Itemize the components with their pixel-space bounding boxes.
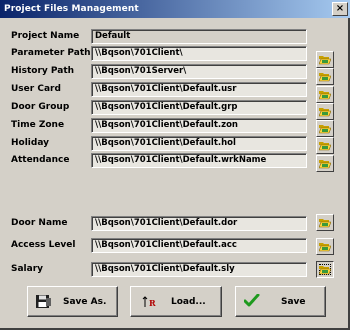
folder-open-icon [319, 243, 331, 252]
door-name-label: Door Name [11, 218, 68, 228]
access-level-label: Access Level [11, 240, 76, 250]
salary-field[interactable]: \\Bqson\701Client\Default.sly [91, 262, 307, 277]
folder-open-icon [319, 73, 331, 82]
folder-open-icon [319, 219, 331, 228]
salary-label: Salary [11, 264, 44, 274]
door-name-field[interactable]: \\Bqson\701Client\Default.dor [91, 216, 307, 231]
load-button[interactable]: R Load... [130, 286, 222, 317]
holiday-field[interactable]: \\Bqson\701Client\Default.hol [91, 136, 307, 151]
folder-open-icon [319, 108, 331, 117]
folder-open-icon [319, 56, 331, 65]
time-zone-browse-button[interactable] [316, 120, 334, 137]
door-group-browse-button[interactable] [316, 103, 334, 120]
save-as-label: Save As. [63, 297, 107, 307]
attendance-field[interactable]: \\Bqson\701Client\Default.wrkName [91, 153, 307, 168]
user-card-label: User Card [11, 84, 61, 94]
load-file-icon: R [142, 296, 156, 308]
project-files-dialog: Project Files Management × Project Name … [0, 0, 350, 330]
folder-open-icon [319, 160, 331, 169]
save-as-button[interactable]: Save As. [27, 286, 118, 317]
access-level-field[interactable]: \\Bqson\701Client\Default.acc [91, 238, 307, 253]
access-level-browse-button[interactable] [316, 238, 334, 255]
load-label: Load... [171, 297, 206, 307]
project-name-label: Project Name [11, 31, 80, 41]
save-label: Save [281, 297, 306, 307]
title-bar: Project Files Management × [0, 0, 350, 18]
user-card-browse-button[interactable] [316, 86, 334, 103]
door-name-browse-button[interactable] [316, 214, 334, 231]
folder-open-icon [319, 91, 331, 100]
parameter-path-browse-button[interactable] [316, 51, 334, 68]
attendance-browse-button[interactable] [316, 155, 334, 172]
folder-open-icon [319, 266, 331, 275]
door-group-field[interactable]: \\Bqson\701Client\Default.grp [91, 100, 307, 115]
time-zone-label: Time Zone [11, 120, 65, 130]
salary-browse-button[interactable] [316, 261, 334, 278]
attendance-label: Attendance [11, 155, 70, 165]
history-path-field[interactable]: \\Bqson\701Server\ [91, 64, 307, 79]
time-zone-field[interactable]: \\Bqson\701Client\Default.zon [91, 118, 307, 133]
svg-text:R: R [149, 298, 156, 308]
holiday-label: Holiday [11, 138, 49, 148]
folder-open-icon [319, 142, 331, 151]
checkmark-icon [244, 294, 260, 307]
window-title: Project Files Management [4, 4, 139, 14]
parameter-path-field[interactable]: \\Bqson\701Client\ [91, 46, 307, 61]
history-path-label: History Path [11, 66, 75, 76]
close-button[interactable]: × [332, 2, 348, 16]
project-name-field[interactable]: Default [91, 29, 307, 44]
parameter-path-label: Parameter Path [11, 48, 91, 58]
save-button[interactable]: Save [235, 286, 326, 317]
user-card-field[interactable]: \\Bqson\701Client\Default.usr [91, 82, 307, 97]
holiday-browse-button[interactable] [316, 137, 334, 154]
floppy-icon [36, 295, 51, 308]
door-group-label: Door Group [11, 102, 70, 112]
folder-open-icon [319, 125, 331, 134]
history-path-browse-button[interactable] [316, 68, 334, 85]
